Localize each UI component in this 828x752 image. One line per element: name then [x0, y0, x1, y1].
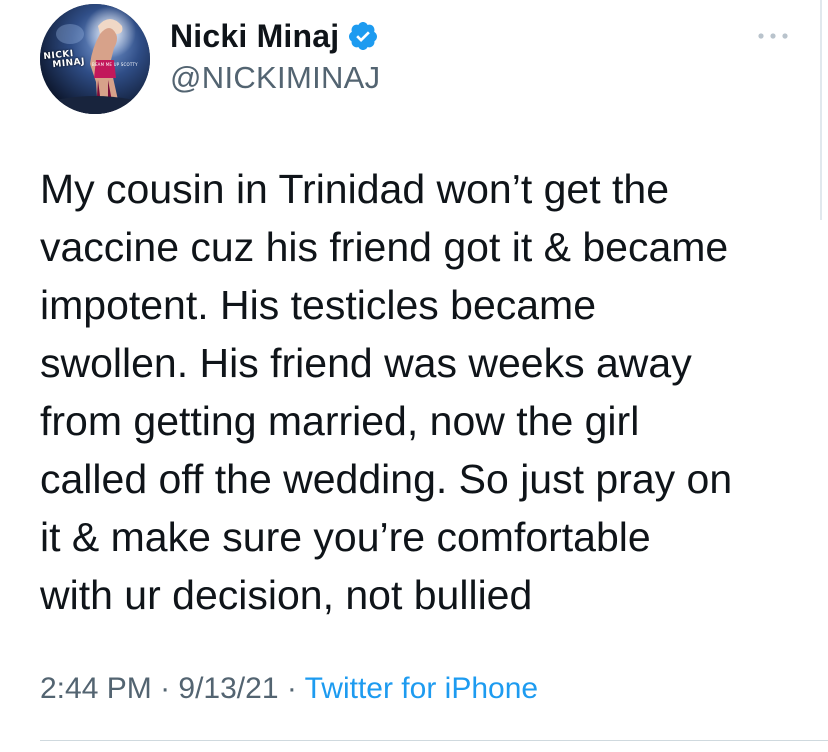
tweet-text-line: with ur decision, not bullied	[40, 572, 533, 618]
tweet-text-line: vaccine cuz his friend got it & became	[40, 224, 729, 270]
meta-separator: ·	[278, 672, 305, 705]
avatar-sub-text: BEAM ME UP SCOTTY	[92, 62, 138, 67]
tweet-text-line: swollen. His friend was weeks away	[40, 340, 692, 386]
tweet-header: NICKI MINAJ BEAM ME UP SCOTTY Nicki Mina…	[0, 0, 828, 130]
display-name-row: Nicki Minaj	[170, 14, 380, 58]
scroll-edge	[820, 0, 822, 220]
more-dots-icon[interactable]	[756, 28, 790, 44]
tweet-time[interactable]: 2:44 PM	[40, 672, 152, 705]
tweet-text-line: it & make sure you’re comfortable	[40, 514, 651, 560]
tweet-text-line: My cousin in Trinidad won’t get the	[40, 166, 669, 212]
tweet-meta: 2:44 PM · 9/13/21 · Twitter for iPhone	[40, 672, 538, 706]
avatar[interactable]: NICKI MINAJ BEAM ME UP SCOTTY	[40, 4, 150, 114]
meta-separator: ·	[151, 672, 179, 705]
display-name[interactable]: Nicki Minaj	[170, 18, 339, 55]
author-names: Nicki Minaj @NICKIMINAJ	[170, 14, 380, 96]
tweet-source-link[interactable]: Twitter for iPhone	[305, 672, 538, 705]
tweet-card: NICKI MINAJ BEAM ME UP SCOTTY Nicki Mina…	[0, 0, 828, 752]
tweet-text-line: impotent. His testicles became	[40, 282, 597, 328]
verified-badge-icon	[349, 22, 378, 50]
tweet-date[interactable]: 9/13/21	[178, 672, 278, 705]
tweet-text-line: called off the wedding. So just pray on	[40, 456, 733, 502]
author-handle[interactable]: @NICKIMINAJ	[170, 60, 380, 96]
tweet-text-line: from getting married, now the girl	[40, 398, 640, 444]
divider	[40, 740, 828, 741]
tweet-text: My cousin in Trinidad won’t get the vacc…	[40, 160, 800, 624]
